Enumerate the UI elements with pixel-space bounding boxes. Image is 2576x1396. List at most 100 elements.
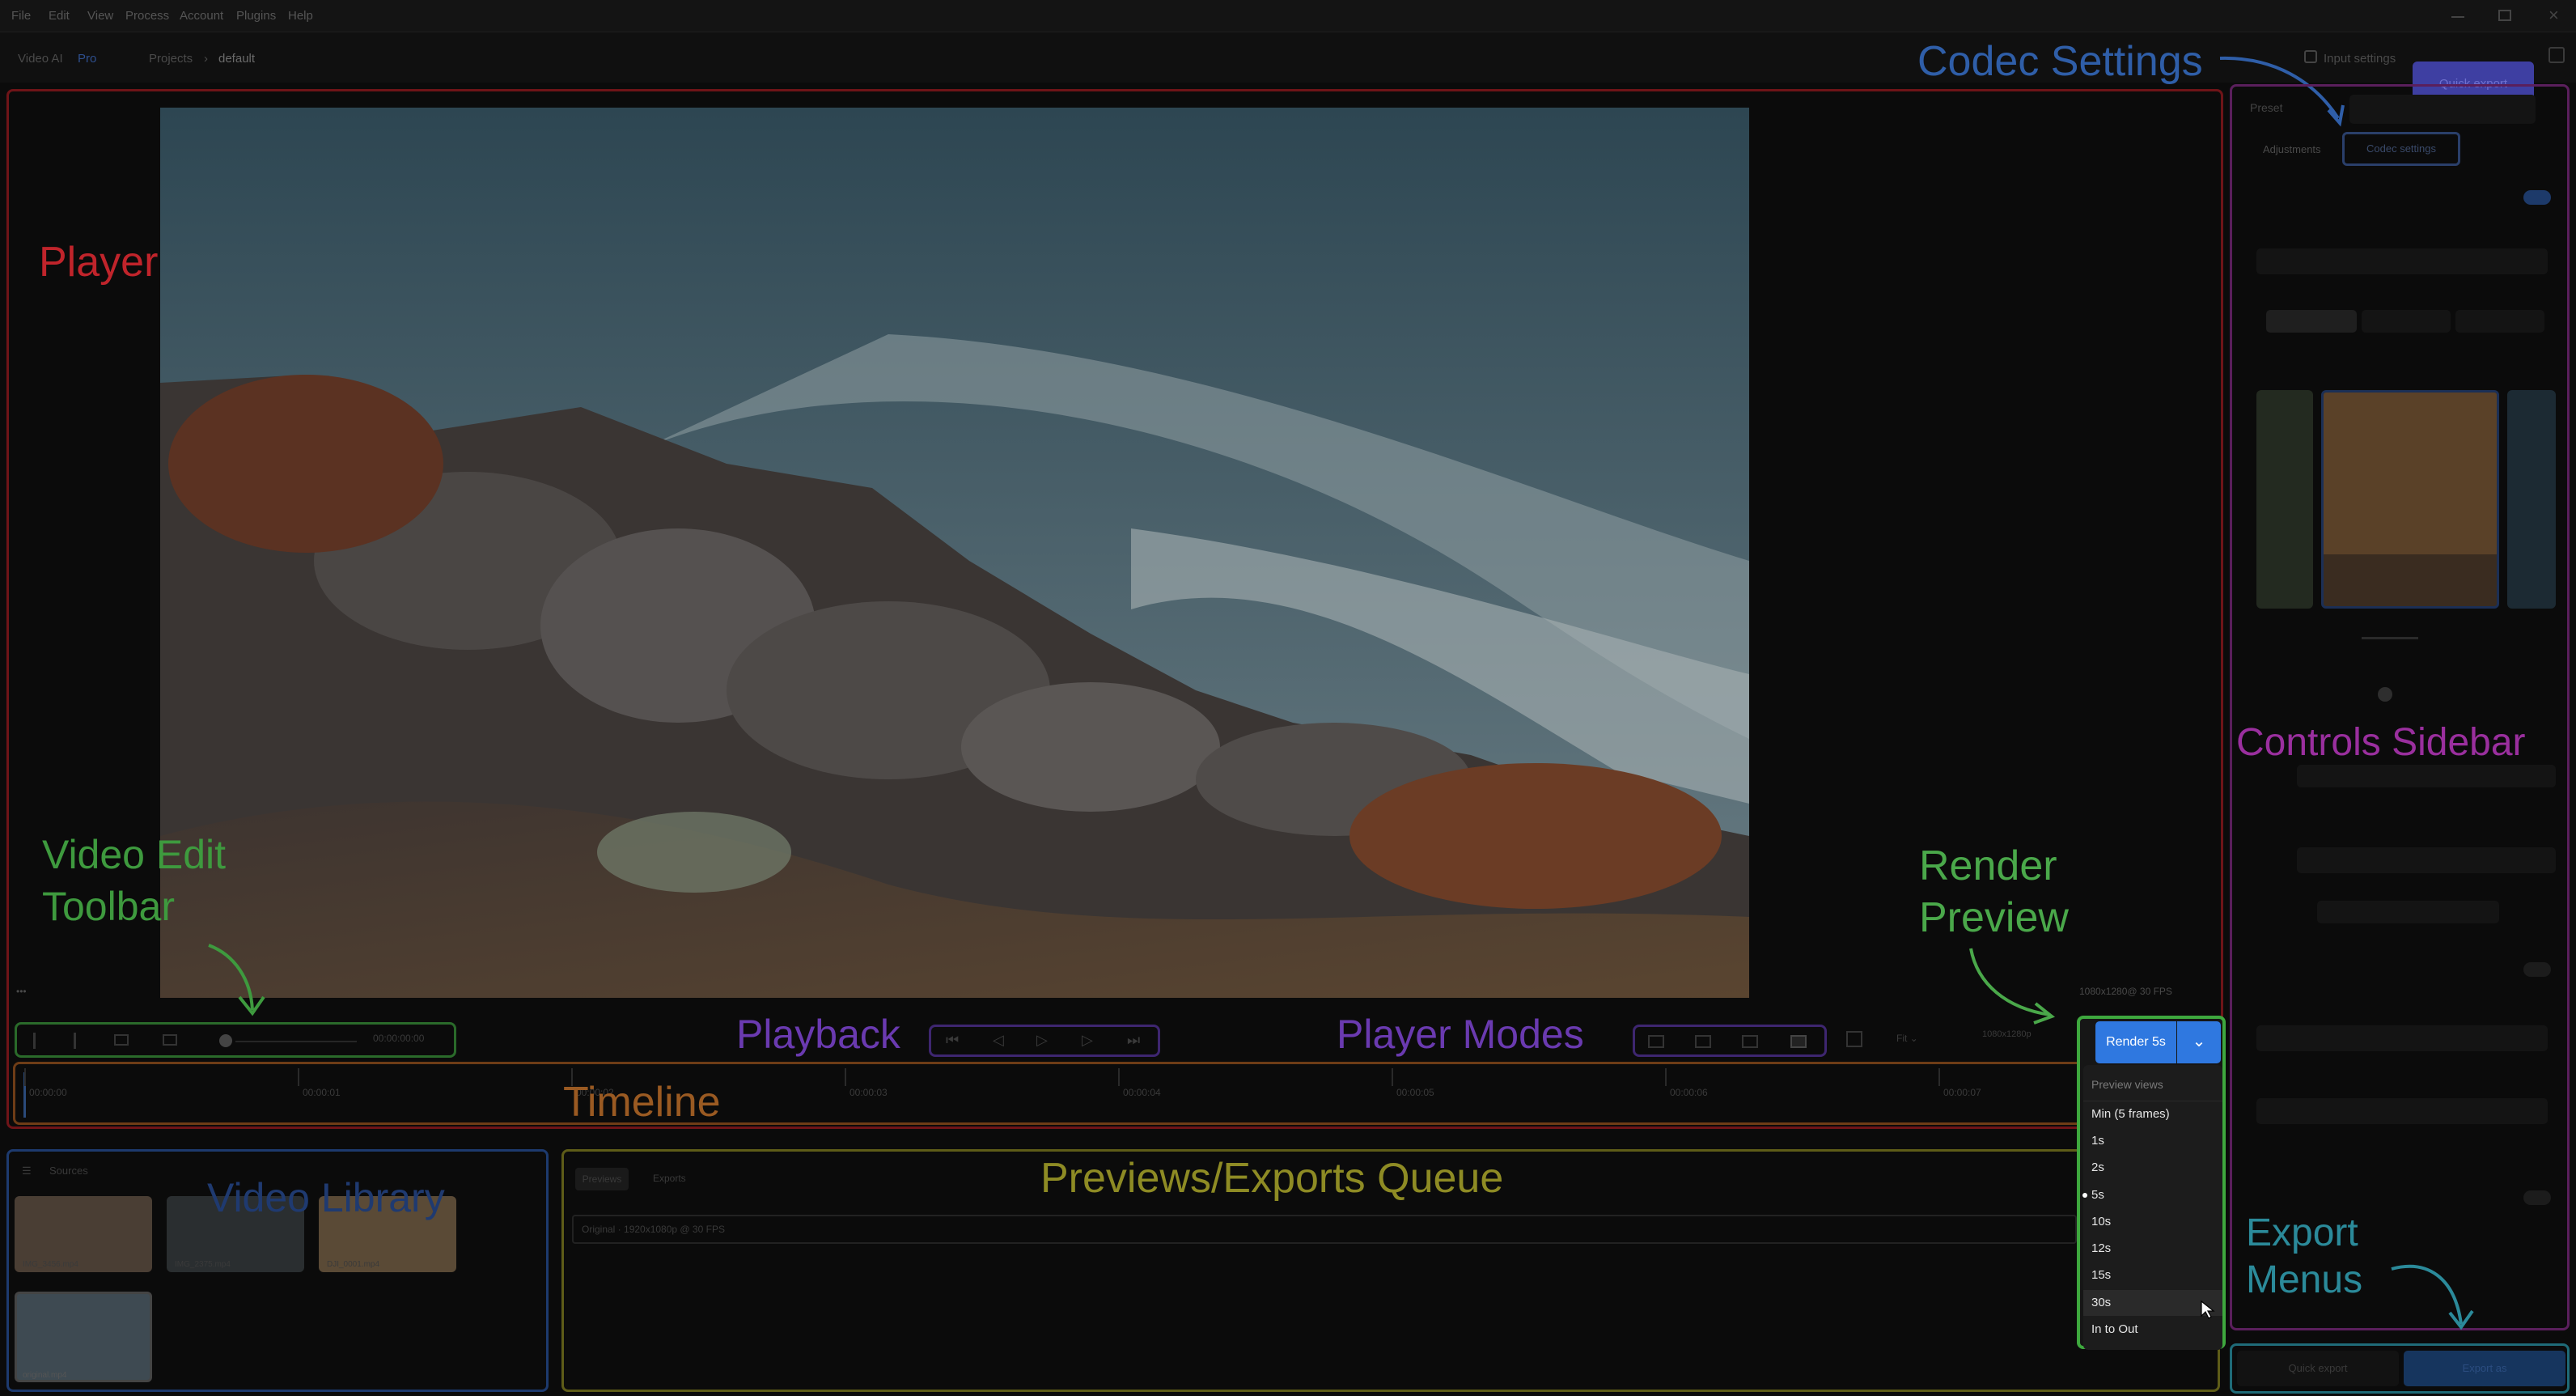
scrubber-knob[interactable] [219, 1034, 232, 1047]
playback-controls: ⏮ ◁ ▷ ▷ ⏭ [929, 1025, 1160, 1057]
layout-icon[interactable] [2548, 47, 2565, 63]
split-icon[interactable] [74, 1033, 76, 1049]
maximize-icon[interactable] [2498, 10, 2511, 21]
menu-help[interactable]: Help [288, 9, 313, 23]
annotation-render-1: Render [1919, 842, 2057, 889]
skip-forward-icon[interactable]: ⏭ [1127, 1032, 1140, 1049]
tab-codec-settings[interactable]: Codec settings [2342, 132, 2460, 166]
annotation-player: Player [39, 239, 159, 286]
library-item-name: original.mp4 [23, 1371, 67, 1380]
timeline-tick [298, 1068, 299, 1086]
menu-view[interactable]: View [87, 9, 113, 23]
annotation-video-library: Video Library [207, 1175, 445, 1220]
slow-motion-select[interactable] [2256, 1098, 2548, 1124]
preview-option-10s[interactable]: 10s [2091, 1215, 2111, 1228]
timeline-tick [1392, 1068, 1393, 1086]
timecode-display: 00:00:00:00 [373, 1033, 425, 1044]
frame-rate-select[interactable] [2256, 1025, 2548, 1051]
frame-interpolation-toggle[interactable] [2523, 962, 2551, 977]
preview-option-1s[interactable]: 1s [2091, 1134, 2104, 1148]
source-badge: ••• [16, 986, 27, 997]
video-type-interlaced-progressive[interactable] [2455, 310, 2544, 333]
ai-model-card-selected[interactable] [2321, 390, 2499, 609]
annotation-playback: Playback [736, 1012, 900, 1057]
timeline-tick-label: 00:00:06 [1670, 1087, 1708, 1098]
preview-option-in-to-out[interactable]: In to Out [2091, 1322, 2138, 1336]
library-collapse-icon[interactable]: ☰ [22, 1165, 32, 1177]
video-edit-toolbar: 00:00:00:00 [15, 1022, 456, 1058]
preset-select[interactable] [2349, 95, 2536, 124]
model-strength-slider[interactable] [2362, 637, 2418, 639]
dropdown-title: Preview views [2091, 1078, 2163, 1091]
app-window: File Edit View Process Account Plugins H… [0, 0, 2576, 1396]
annotation-player-modes: Player Modes [1337, 1012, 1584, 1057]
trim-end-icon[interactable] [163, 1034, 177, 1046]
single-view-icon[interactable] [1648, 1035, 1664, 1048]
slider-knob[interactable] [2378, 687, 2392, 702]
output-resolution-select[interactable] [2256, 248, 2548, 274]
tab-adjustments[interactable]: Adjustments [2263, 143, 2321, 155]
breadcrumb-root[interactable]: Projects [149, 52, 193, 66]
menu-process[interactable]: Process [125, 9, 169, 23]
library-item-name: DJI_0001.mp4 [327, 1260, 380, 1269]
preview-option-30s[interactable]: 30s [2091, 1296, 2111, 1309]
menu-file[interactable]: File [11, 9, 31, 23]
render-preview-button[interactable]: Render 5s [2095, 1021, 2176, 1063]
menu-account[interactable]: Account [180, 9, 223, 23]
step-back-icon[interactable]: ◁ [993, 1032, 1004, 1049]
annotation-queue: Previews/Exports Queue [1040, 1155, 1504, 1202]
annotation-timeline: Timeline [563, 1079, 721, 1126]
library-thumbnail-selected[interactable] [15, 1292, 152, 1382]
video-frame[interactable] [160, 108, 1749, 998]
fullscreen-icon[interactable] [1846, 1031, 1862, 1047]
annotation-render-2: Preview [1919, 894, 2069, 941]
video-type-progressive[interactable] [2266, 310, 2357, 333]
preview-option-5s[interactable]: 5s [2082, 1188, 2104, 1202]
preview-option-15s[interactable]: 15s [2091, 1268, 2111, 1282]
preview-option-12s[interactable]: 12s [2091, 1241, 2111, 1255]
split-view-icon[interactable] [1695, 1035, 1711, 1048]
annotation-export-1: Export [2246, 1211, 2358, 1254]
input-condition-select[interactable] [2297, 847, 2556, 873]
play-icon[interactable]: ▷ [1036, 1032, 1048, 1049]
annotation-export-2: Menus [2246, 1258, 2363, 1301]
library-item-name: IMG_2375.mp4 [175, 1260, 231, 1269]
annotation-video-edit-2: Toolbar [42, 884, 175, 929]
menu-edit[interactable]: Edit [49, 9, 70, 23]
annotation-video-edit-1: Video Edit [42, 832, 227, 877]
close-icon[interactable]: × [2548, 5, 2559, 26]
crop-icon[interactable] [114, 1034, 129, 1046]
timeline-tick [1665, 1068, 1667, 1086]
annotation-arrow-render [1969, 948, 2056, 1025]
video-type-interlaced[interactable] [2362, 310, 2451, 333]
stabilization-toggle[interactable] [2523, 1190, 2551, 1205]
tab-previews[interactable]: Previews [575, 1168, 629, 1190]
ai-model-card-left[interactable] [2256, 390, 2313, 609]
export-as-button[interactable]: Export as [2404, 1351, 2565, 1386]
enhancement-toggle[interactable] [2523, 190, 2551, 205]
minimize-icon[interactable] [2451, 16, 2464, 18]
preview-option-min[interactable]: Min (5 frames) [2091, 1107, 2170, 1121]
preset-label: Preset [2250, 101, 2283, 114]
skip-back-icon[interactable]: ⏮ [946, 1032, 959, 1049]
zoom-level[interactable]: Fit ⌄ [1896, 1033, 1918, 1044]
compare-view-icon[interactable] [1790, 1035, 1807, 1048]
menu-plugins[interactable]: Plugins [236, 9, 276, 23]
zoom-slider[interactable] [235, 1041, 357, 1042]
quick-export-menu-button[interactable]: Quick export [2237, 1351, 2399, 1386]
preview-option-2s[interactable]: 2s [2091, 1161, 2104, 1174]
render-preview-caret-icon[interactable]: ⌄ [2177, 1021, 2221, 1063]
view-mode-label: 1080x1280p [1982, 1029, 2032, 1039]
trim-start-icon[interactable] [33, 1033, 36, 1049]
video-frame-image [160, 108, 1749, 998]
timeline-tick-label: 00:00:01 [303, 1087, 341, 1098]
queue-row[interactable]: Original · 1920x1080p @ 30 FPS [572, 1215, 2077, 1244]
ai-model-card-right[interactable] [2507, 390, 2556, 609]
add-second-enhancement-button[interactable] [2317, 901, 2499, 923]
annotation-codec-settings: Codec Settings [1917, 38, 2203, 85]
annotation-arrow-export [2391, 1264, 2474, 1330]
step-forward-icon[interactable]: ▷ [1082, 1032, 1093, 1049]
controls-sidebar: Preset Adjustments Codec settings [2230, 84, 2570, 1330]
side-by-side-icon[interactable] [1742, 1035, 1758, 1048]
tab-exports[interactable]: Exports [653, 1173, 686, 1184]
